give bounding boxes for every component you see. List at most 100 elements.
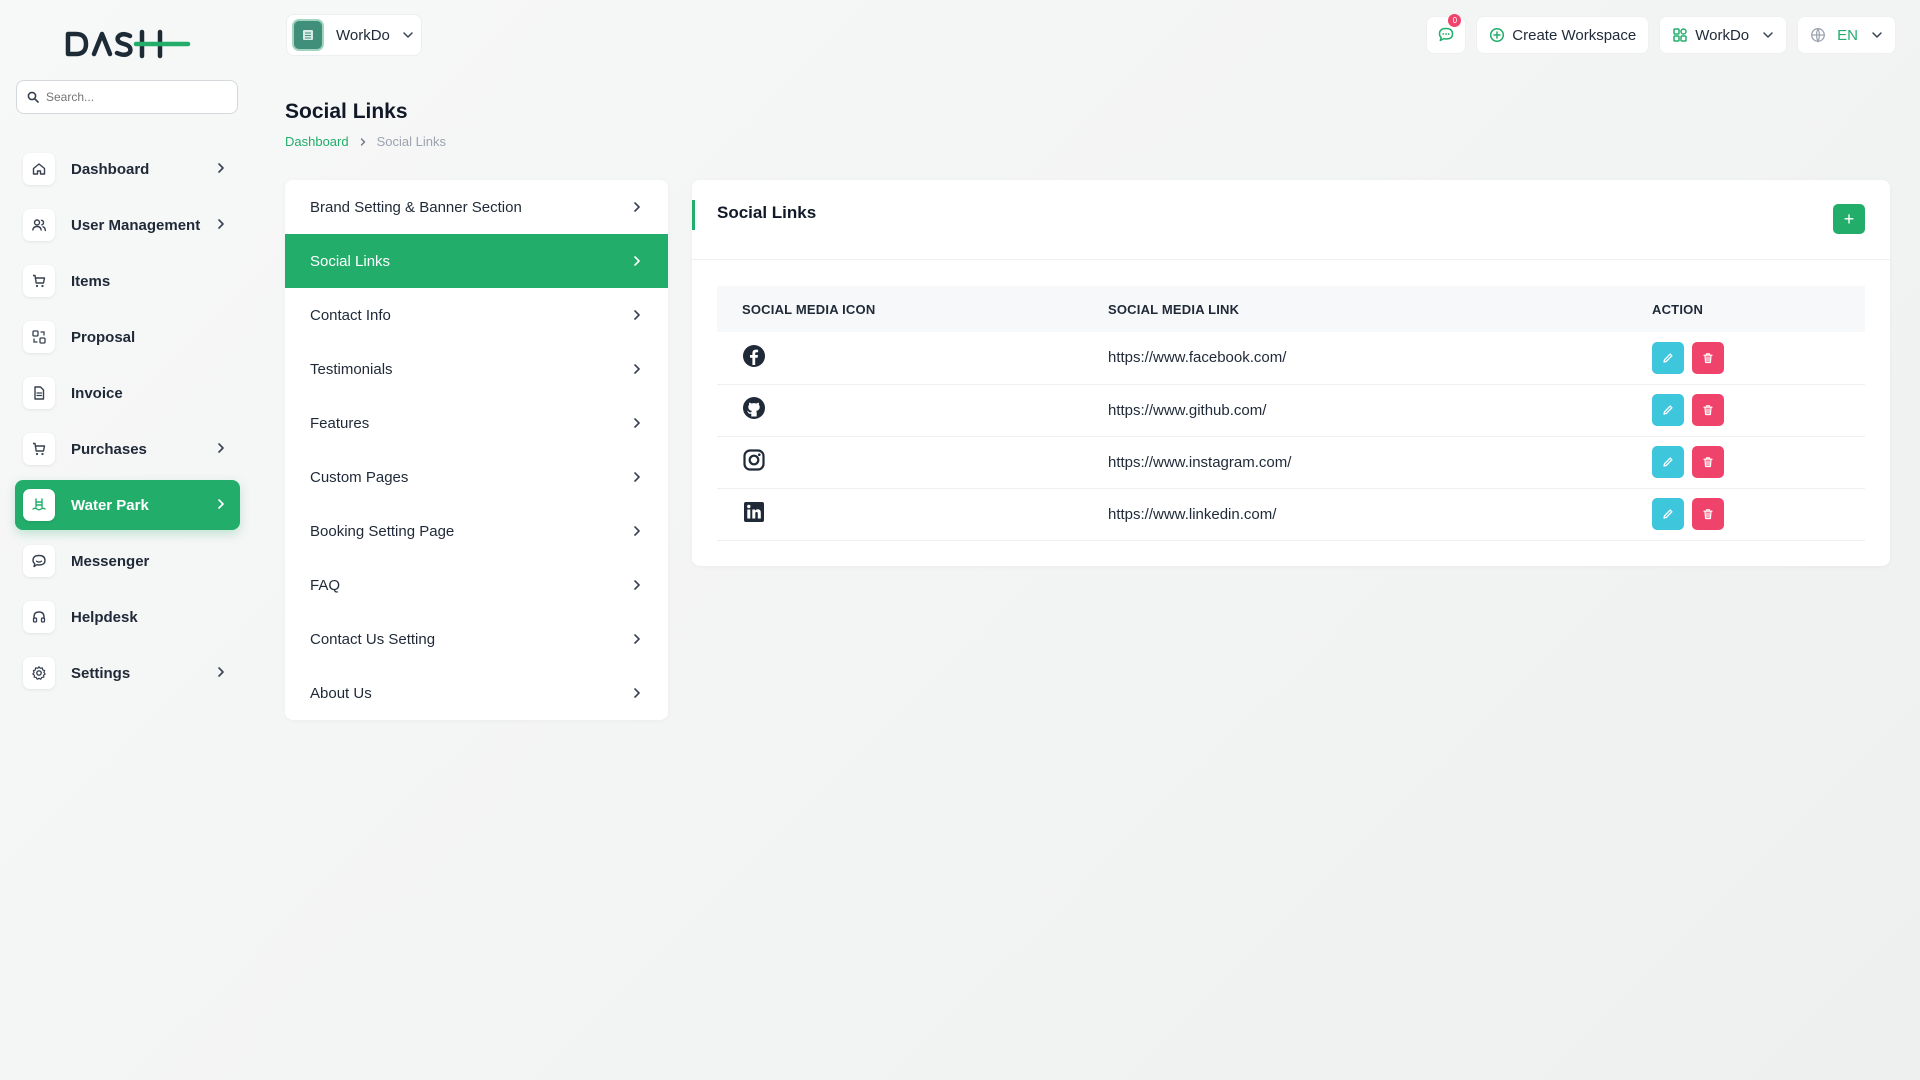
cart-icon — [23, 265, 55, 297]
workspace-menu-button[interactable]: WorkDo — [1659, 16, 1788, 54]
apps-icon — [1673, 28, 1687, 42]
delete-button[interactable] — [1692, 498, 1724, 530]
home-icon — [23, 153, 55, 185]
settings-menu-item-about-us[interactable]: About Us — [285, 666, 668, 720]
plus-circle-icon — [1490, 27, 1505, 43]
facebook-icon — [743, 344, 765, 367]
social-links-table: SOCIAL MEDIA ICON SOCIAL MEDIA LINK ACTI… — [717, 286, 1865, 541]
sidebar-item-dashboard[interactable]: Dashboard — [15, 144, 240, 194]
settings-menu-label: Brand Setting & Banner Section — [310, 198, 522, 216]
settings-menu-label: Features — [310, 414, 370, 432]
trash-icon — [1703, 509, 1713, 520]
sidebar-item-user-management[interactable]: User Management — [15, 200, 240, 250]
social-link-url: https://www.facebook.com/ — [1108, 349, 1287, 367]
sidebar-item-settings[interactable]: Settings — [15, 648, 240, 698]
social-link-url: https://www.linkedin.com/ — [1108, 505, 1277, 523]
workspace-switcher[interactable]: WorkDo — [286, 14, 422, 56]
table-header-row: SOCIAL MEDIA ICON SOCIAL MEDIA LINK ACTI… — [717, 286, 1865, 332]
settings-menu-item-custom-pages[interactable]: Custom Pages — [285, 450, 668, 504]
chevron-down-icon — [1763, 32, 1773, 38]
chevron-right-icon — [360, 137, 365, 146]
edit-button[interactable] — [1652, 498, 1684, 530]
workspace-menu-label: WorkDo — [1695, 26, 1750, 44]
chevron-right-icon — [634, 634, 640, 644]
pencil-icon — [1663, 457, 1673, 467]
pool-icon — [23, 489, 55, 521]
edit-button[interactable] — [1652, 341, 1684, 374]
search-input[interactable] — [46, 90, 226, 104]
workspace-name: WorkDo — [336, 26, 390, 44]
chevron-right-icon — [218, 163, 224, 173]
settings-menu-label: Social Links — [310, 252, 391, 270]
edit-button[interactable] — [1652, 394, 1684, 426]
breadcrumb-current: Social Links — [376, 134, 446, 149]
chevron-down-icon — [403, 32, 413, 38]
messages-button[interactable]: 0 — [1426, 14, 1467, 54]
settings-menu-item-contact-info[interactable]: Contact Info — [285, 288, 668, 342]
settings-menu-item-brand-setting[interactable]: Brand Setting & Banner Section — [285, 180, 668, 234]
sidebar-item-label: Helpdesk — [71, 608, 138, 626]
add-social-link-button[interactable]: + — [1833, 204, 1865, 234]
settings-menu-item-testimonials[interactable]: Testimonials — [285, 342, 668, 396]
settings-menu-item-features[interactable]: Features — [285, 396, 668, 450]
sidebar-item-label: Messenger — [71, 552, 150, 570]
table-row: https://www.instagram.com/ — [717, 436, 1865, 488]
delete-button[interactable] — [1692, 394, 1724, 426]
language-button[interactable]: EN — [1797, 16, 1896, 54]
sidebar-item-messenger[interactable]: Messenger — [15, 536, 240, 586]
dash-logo[interactable] — [64, 26, 192, 62]
settings-menu-item-booking-setting[interactable]: Booking Setting Page — [285, 504, 668, 558]
chevron-right-icon — [218, 499, 224, 509]
instagram-icon — [743, 449, 765, 471]
settings-menu-item-faq[interactable]: FAQ — [285, 558, 668, 612]
chevron-right-icon — [634, 364, 640, 374]
sidebar-nav: Dashboard User Management Items Proposal — [15, 144, 240, 704]
globe-icon — [1811, 28, 1826, 43]
sidebar-item-invoice[interactable]: Invoice — [15, 368, 240, 418]
users-icon — [23, 209, 55, 241]
sidebar-item-label: Proposal — [71, 328, 136, 346]
sidebar-item-items[interactable]: Items — [15, 256, 240, 306]
chevron-right-icon — [634, 688, 640, 698]
column-header: SOCIAL MEDIA LINK — [1108, 301, 1240, 317]
sidebar-item-label: User Management — [71, 216, 201, 234]
create-workspace-button[interactable]: Create Workspace — [1476, 16, 1650, 54]
pencil-icon — [1663, 353, 1673, 363]
search-box[interactable] — [16, 80, 238, 114]
settings-menu-label: Booking Setting Page — [310, 522, 455, 540]
sidebar-item-purchases[interactable]: Purchases — [15, 424, 240, 474]
chevron-right-icon — [634, 526, 640, 536]
sidebar-item-proposal[interactable]: Proposal — [15, 312, 240, 362]
table-row: https://www.github.com/ — [717, 384, 1865, 436]
settings-menu-item-social-links[interactable]: Social Links — [285, 234, 668, 288]
sidebar-item-water-park[interactable]: Water Park — [15, 480, 240, 530]
chevron-right-icon — [634, 580, 640, 590]
chevron-right-icon — [218, 667, 224, 677]
card-title: Social Links — [717, 202, 817, 222]
social-link-url: https://www.instagram.com/ — [1108, 453, 1292, 471]
edit-button[interactable] — [1652, 446, 1684, 478]
settings-menu-label: Contact Us Setting — [310, 630, 436, 648]
social-link-url: https://www.github.com/ — [1108, 401, 1267, 419]
chevron-down-icon — [1872, 32, 1882, 38]
sidebar: Dashboard User Management Items Proposal — [0, 0, 256, 1080]
sidebar-item-label: Items — [71, 272, 111, 290]
cart-icon — [23, 433, 55, 465]
sidebar-item-label: Invoice — [71, 384, 123, 402]
create-workspace-label: Create Workspace — [1512, 26, 1637, 44]
pencil-icon — [1663, 405, 1673, 415]
language-label: EN — [1837, 26, 1858, 44]
row-actions — [1652, 498, 1865, 530]
github-icon — [743, 397, 765, 419]
trash-icon — [1703, 352, 1713, 363]
column-header: SOCIAL MEDIA ICON — [742, 301, 876, 317]
message-count-badge: 0 — [1448, 14, 1462, 27]
sidebar-item-label: Dashboard — [71, 160, 150, 178]
chevron-right-icon — [634, 256, 640, 266]
settings-menu-item-contact-us[interactable]: Contact Us Setting — [285, 612, 668, 666]
delete-button[interactable] — [1692, 446, 1724, 478]
breadcrumb-home-link[interactable]: Dashboard — [285, 134, 349, 149]
delete-button[interactable] — [1692, 341, 1724, 374]
sidebar-item-helpdesk[interactable]: Helpdesk — [15, 592, 240, 642]
proposal-icon — [23, 321, 55, 353]
